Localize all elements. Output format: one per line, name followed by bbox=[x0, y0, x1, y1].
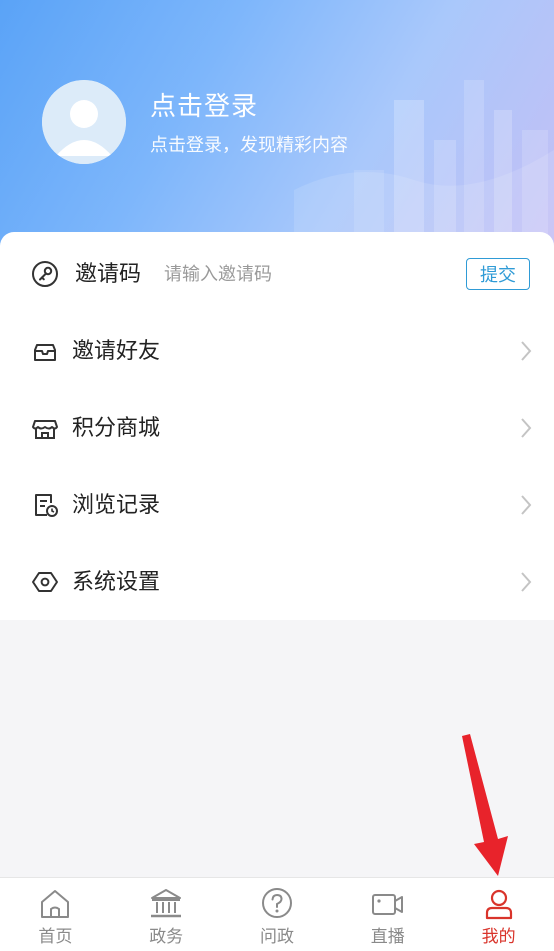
default-avatar-icon bbox=[42, 80, 126, 164]
annotation-arrow-icon bbox=[462, 734, 508, 876]
settings-hexagon-icon bbox=[32, 572, 58, 592]
chevron-right-icon bbox=[521, 572, 532, 592]
chevron-right-icon bbox=[521, 418, 532, 438]
envelope-icon bbox=[34, 344, 56, 361]
menu-item-invite-friends[interactable]: 邀请好友 bbox=[0, 311, 554, 387]
tab-label: 问政 bbox=[259, 927, 294, 947]
menu-item-browse-history[interactable]: 浏览记录 bbox=[0, 465, 554, 541]
tab-label: 我的 bbox=[481, 927, 516, 947]
tab-inquiry[interactable]: 问政 bbox=[222, 878, 333, 951]
chevron-right-icon bbox=[521, 341, 532, 361]
chevron-right-icon bbox=[521, 495, 532, 515]
menu-item-label: 系统设置 bbox=[72, 570, 161, 595]
login-title[interactable]: 点击登录 bbox=[150, 86, 258, 123]
menu-card: 邀请码 提交 邀请好友 积分商城 bbox=[0, 232, 554, 620]
user-icon bbox=[485, 889, 512, 920]
video-camera-icon bbox=[371, 894, 403, 915]
store-icon bbox=[32, 420, 58, 439]
tab-label: 政务 bbox=[149, 927, 184, 947]
question-circle-icon bbox=[261, 888, 292, 918]
tab-label: 首页 bbox=[38, 927, 73, 947]
invite-code-input[interactable] bbox=[164, 260, 444, 288]
key-icon bbox=[32, 261, 58, 287]
history-icon bbox=[35, 494, 58, 517]
government-building-icon bbox=[151, 889, 182, 918]
invite-code-label: 邀请码 bbox=[75, 262, 142, 287]
invite-code-row: 邀请码 提交 bbox=[0, 234, 554, 310]
tab-label: 直播 bbox=[370, 927, 405, 947]
bottom-tab-bar: 首页 政务 问政 直播 我的 bbox=[0, 877, 554, 951]
menu-item-label: 浏览记录 bbox=[72, 493, 161, 518]
login-subtitle: 点击登录，发现精彩内容 bbox=[150, 135, 348, 156]
menu-item-label: 邀请好友 bbox=[72, 339, 161, 364]
submit-button[interactable]: 提交 bbox=[466, 258, 530, 290]
menu-item-label: 积分商城 bbox=[72, 416, 161, 441]
tab-mine[interactable]: 我的 bbox=[443, 878, 554, 951]
tab-government[interactable]: 政务 bbox=[111, 878, 222, 951]
tab-home[interactable]: 首页 bbox=[0, 878, 111, 951]
menu-item-system-settings[interactable]: 系统设置 bbox=[0, 542, 554, 618]
tab-live[interactable]: 直播 bbox=[332, 878, 443, 951]
menu-item-points-mall[interactable]: 积分商城 bbox=[0, 388, 554, 464]
profile-header: 点击登录 点击登录，发现精彩内容 bbox=[0, 0, 554, 250]
home-icon bbox=[41, 890, 70, 918]
avatar[interactable] bbox=[42, 80, 126, 164]
